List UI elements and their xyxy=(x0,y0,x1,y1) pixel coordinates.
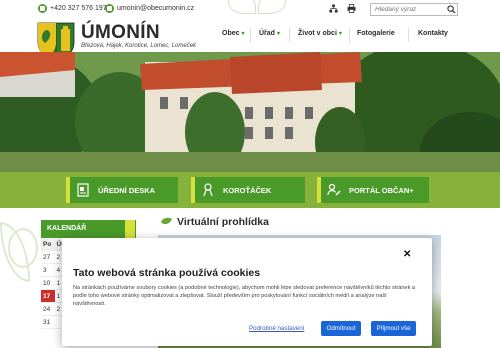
quicklink-label: PORTÁL OBČAN+ xyxy=(349,185,414,195)
search-input[interactable] xyxy=(370,3,458,16)
cookie-description: Na stránkách používáme soubory cookies (… xyxy=(73,285,416,307)
cookie-reject-button[interactable]: Odmítnout xyxy=(321,321,361,336)
print-icon[interactable] xyxy=(347,4,356,13)
chevron-down-icon: ▾ xyxy=(338,31,342,37)
leaf-icon xyxy=(161,217,172,225)
section-heading: Virtuální prohlídka xyxy=(160,216,269,228)
nav-item-obec[interactable]: Obec ▾ xyxy=(222,30,245,37)
nav-divider xyxy=(408,28,409,42)
calendar-day-today[interactable]: 17 xyxy=(41,290,55,303)
chevron-down-icon: ▾ xyxy=(276,31,280,37)
mascot-icon xyxy=(203,183,213,197)
chevron-down-icon: ▾ xyxy=(241,31,245,37)
nav-label: Obec xyxy=(222,30,240,37)
accent-bar xyxy=(317,177,321,203)
nav-item-zivot-v-obci[interactable]: Život v obci ▾ xyxy=(298,30,342,37)
nav-item-urad[interactable]: Úřad ▾ xyxy=(259,30,280,37)
hero-chateau-photo xyxy=(0,52,500,172)
calendar-day[interactable]: 10 xyxy=(41,277,55,290)
quicklinks-band: ÚŘEDNÍ DESKA KOROŤÁČEK PORTÁL OBČAN+ xyxy=(0,172,500,208)
section-title-text: Virtuální prohlídka xyxy=(177,216,269,228)
calendar-day[interactable]: 24 xyxy=(41,303,55,316)
calendar-weekday: Po xyxy=(41,238,55,251)
calendar-title: KALENDÁŘ xyxy=(41,220,136,238)
site-title[interactable]: ÚMONÍN xyxy=(81,22,160,44)
phone-number: +420 327 576 197 xyxy=(50,5,107,12)
calendar-day[interactable]: 31 xyxy=(41,316,55,329)
accent-bar xyxy=(191,177,195,203)
close-icon[interactable]: ✕ xyxy=(403,249,411,260)
site-header: ÚMONÍN Březová, Hájek, Korotice, Lomec, … xyxy=(0,18,500,61)
nav-item-fotogalerie[interactable]: Fotogalerie xyxy=(357,30,395,37)
nav-divider xyxy=(250,28,251,42)
nav-divider xyxy=(349,28,350,42)
top-bar: +420 327 576 197 umonin@obecumonin.cz xyxy=(0,0,500,18)
nav-label: Kontakty xyxy=(418,30,448,37)
accent-bar xyxy=(66,177,70,203)
notice-board-icon xyxy=(77,183,89,197)
search-icon[interactable] xyxy=(447,5,456,14)
phone-contact[interactable]: +420 327 576 197 xyxy=(38,4,107,13)
chateau-aerial-image xyxy=(0,52,500,172)
nav-item-kontakty[interactable]: Kontakty xyxy=(418,30,448,37)
quicklink-citizen-portal[interactable]: PORTÁL OBČAN+ xyxy=(317,177,429,203)
site-subtitle: Březová, Hájek, Korotice, Lomec, Lomeček xyxy=(81,43,197,49)
leaf-decoration xyxy=(258,0,286,14)
cookie-consent-dialog: ✕ Tato webová stránka používá cookies Na… xyxy=(62,238,432,346)
email-address: umonin@obecumonin.cz xyxy=(117,5,195,12)
email-icon xyxy=(105,4,114,13)
quicklink-korotacek[interactable]: KOROŤÁČEK xyxy=(191,177,305,203)
cookie-title: Tato webová stránka používá cookies xyxy=(73,267,261,279)
sitemap-icon[interactable] xyxy=(329,4,338,13)
calendar-day[interactable]: 3 xyxy=(41,264,55,277)
quicklink-official-board[interactable]: ÚŘEDNÍ DESKA xyxy=(66,177,178,203)
calendar-day[interactable]: 27 xyxy=(41,251,55,264)
cookie-settings-link[interactable]: Podrobné nastavení xyxy=(249,325,304,332)
citizen-edit-icon xyxy=(327,183,341,196)
quicklink-label: ÚŘEDNÍ DESKA xyxy=(98,185,156,195)
phone-icon xyxy=(38,4,47,13)
nav-label: Život v obci xyxy=(298,30,337,37)
quicklink-label: KOROŤÁČEK xyxy=(223,185,272,195)
cookie-accept-all-button[interactable]: Přijmout vše xyxy=(371,321,416,336)
nav-divider xyxy=(289,28,290,42)
leaf-decoration xyxy=(8,228,38,268)
email-contact[interactable]: umonin@obecumonin.cz xyxy=(105,4,194,13)
nav-label: Fotogalerie xyxy=(357,30,395,37)
leaf-decoration xyxy=(228,0,256,14)
nav-label: Úřad xyxy=(259,30,275,37)
